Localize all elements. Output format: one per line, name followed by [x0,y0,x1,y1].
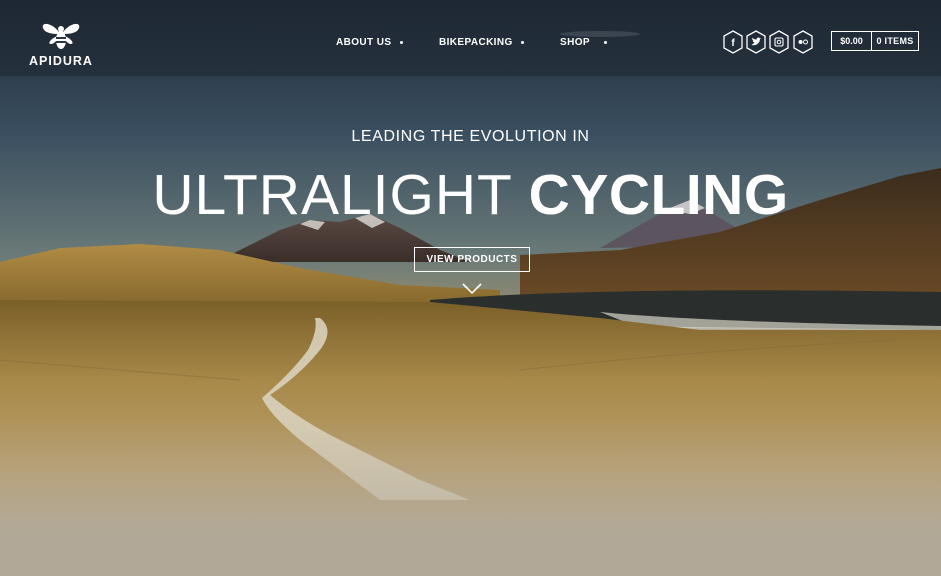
instagram-icon[interactable] [768,30,790,54]
hero-tagline: LEADING THE EVOLUTION IN [351,128,590,145]
cart-total: $0.00 [832,32,872,50]
flickr-icon[interactable] [792,30,814,54]
dropdown-dot-icon[interactable] [521,41,524,44]
svg-text:f: f [731,38,735,49]
facebook-icon[interactable]: f [722,30,744,54]
bee-logo-icon [42,23,80,49]
chevron-down-icon[interactable] [461,282,483,296]
hero-headline: ULTRALIGHT CYCLING [0,163,941,227]
brand-logo[interactable]: APIDURA [22,20,100,70]
dropdown-dot-icon[interactable] [604,41,607,44]
headline-bold: CYCLING [528,163,789,227]
nav-item-shop[interactable]: SHOP [560,37,590,48]
twitter-icon[interactable] [745,30,767,54]
cart-item-count: 0 ITEMS [876,36,914,46]
view-products-button[interactable]: VIEW PRODUCTS [414,247,530,272]
cart-button[interactable]: $0.00 0 ITEMS [831,31,919,51]
nav-item-about-us[interactable]: ABOUT US [336,37,391,48]
dropdown-dot-icon[interactable] [400,41,403,44]
site-header: APIDURA ABOUT US BIKEPACKING SHOP f $0.0… [0,0,941,76]
nav-item-bikepacking[interactable]: BIKEPACKING [439,37,513,48]
headline-light: ULTRALIGHT [152,163,513,227]
homepage: APIDURA ABOUT US BIKEPACKING SHOP f $0.0… [0,0,941,576]
brand-name: APIDURA [29,54,93,68]
